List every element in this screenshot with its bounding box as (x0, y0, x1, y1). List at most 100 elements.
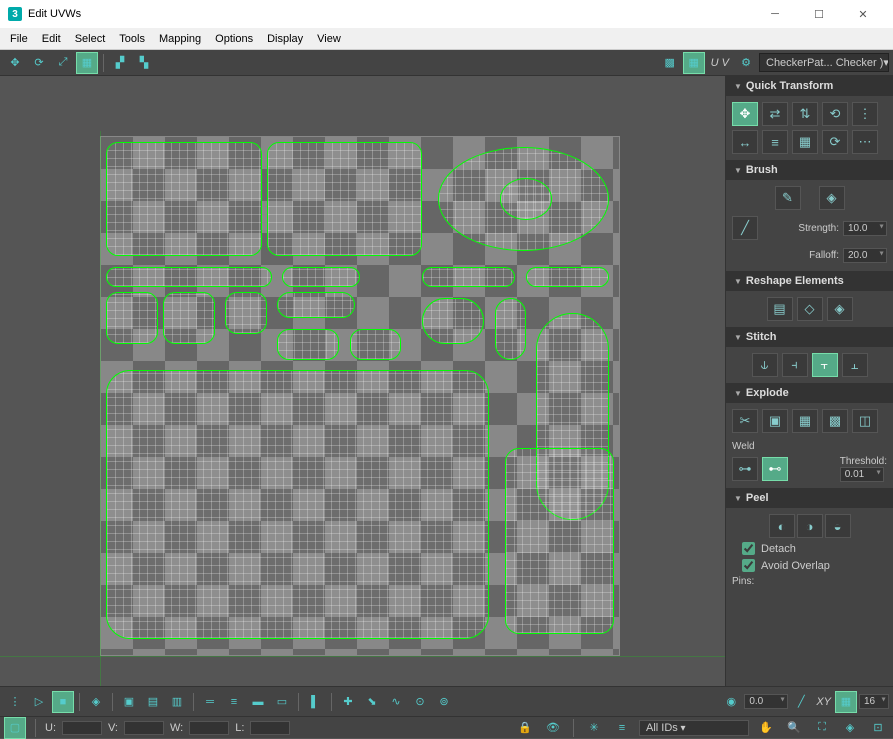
rotate-ccw-icon[interactable]: ⟲ (822, 102, 848, 126)
zoom-region-icon[interactable]: ⛶ (811, 717, 833, 739)
iso-icon[interactable]: ✳ (583, 717, 605, 739)
straighten-icon[interactable]: ▤ (767, 297, 793, 321)
eye-icon[interactable]: 👁 (542, 717, 564, 739)
avoid-overlap-check[interactable]: Avoid Overlap (732, 559, 887, 572)
filter-icon[interactable]: ≡ (611, 717, 633, 739)
ring-grow-icon[interactable]: ▭ (271, 691, 293, 713)
w-input[interactable] (189, 721, 229, 735)
flip-tool-icon[interactable]: ▚ (133, 52, 155, 74)
more-icon[interactable]: ⋯ (852, 130, 878, 154)
brush-falloff-icon[interactable]: ╱ (732, 216, 758, 240)
stitch-selected-icon[interactable]: ⫝ (752, 353, 778, 377)
panel-quick-transform[interactable]: Quick Transform (726, 76, 893, 96)
freeform-tool-icon[interactable]: ▦ (76, 52, 98, 74)
menu-file[interactable]: File (4, 31, 34, 47)
options-gear-icon[interactable]: ⚙ (735, 52, 757, 74)
show-map-icon[interactable]: ▩ (659, 52, 681, 74)
maximize-button[interactable]: ☐ (797, 0, 841, 28)
pan-icon[interactable]: ✋ (755, 717, 777, 739)
panel-stitch[interactable]: Stitch (726, 327, 893, 347)
select-by-elem-icon[interactable]: ▣ (118, 691, 140, 713)
element-mode-icon[interactable]: ◈ (85, 691, 107, 713)
edge-mode-icon[interactable]: ▷ (28, 691, 50, 713)
soft-selection-icon[interactable]: ◉ (720, 691, 742, 713)
align-v-icon[interactable]: ⇅ (792, 102, 818, 126)
panel-explode[interactable]: Explode (726, 383, 893, 403)
close-button[interactable]: ✕ (841, 0, 885, 28)
fit-icon[interactable]: ◈ (839, 717, 861, 739)
zoom-icon[interactable]: 🔍 (783, 717, 805, 739)
stitch-target-icon[interactable]: ⫟ (812, 353, 838, 377)
stitch-source-icon[interactable]: ⫞ (782, 353, 808, 377)
flatten-poly-icon[interactable]: ▣ (762, 409, 788, 433)
break-icon[interactable]: ✂ (732, 409, 758, 433)
ignore-backface-icon[interactable]: ▌ (304, 691, 326, 713)
pack-icon[interactable]: ◇ (797, 297, 823, 321)
fit-all-icon[interactable]: ⊡ (867, 717, 889, 739)
loop-grow-icon[interactable]: ▬ (247, 691, 269, 713)
id-dropdown[interactable]: All IDs ▾ (639, 720, 749, 736)
loop-icon[interactable]: ═ (199, 691, 221, 713)
mirror-tool-icon[interactable]: ▞ (109, 52, 131, 74)
menu-tools[interactable]: Tools (113, 31, 151, 47)
paint-select-icon[interactable]: ✚ (337, 691, 359, 713)
align-center-icon[interactable]: ↔ (732, 130, 758, 154)
uv-canvas[interactable] (100, 136, 620, 656)
ring-icon[interactable]: ≡ (223, 691, 245, 713)
brush-options-icon[interactable]: ⊚ (433, 691, 455, 713)
menu-edit[interactable]: Edit (36, 31, 67, 47)
l-input[interactable] (250, 721, 290, 735)
pelt-icon[interactable]: ◒ (825, 514, 851, 538)
falloff-input[interactable]: 20.0 (843, 248, 887, 263)
strength-input[interactable]: 10.0 (843, 221, 887, 236)
poly-mode-icon[interactable]: ■ (52, 691, 74, 713)
minimize-button[interactable]: ─ (753, 0, 797, 28)
relax-brush-icon[interactable]: ◈ (819, 186, 845, 210)
spacer-icon[interactable]: ⋮ (852, 102, 878, 126)
distribute-icon[interactable]: ≡ (762, 130, 788, 154)
grid-align-icon[interactable]: ▦ (792, 130, 818, 154)
texture-dropdown[interactable]: CheckerPat... Checker )▾ (759, 53, 889, 72)
menu-display[interactable]: Display (261, 31, 309, 47)
brush-settings-icon[interactable]: ⊙ (409, 691, 431, 713)
relax-icon[interactable]: ∿ (385, 691, 407, 713)
threshold-input[interactable]: 0.01 (840, 467, 884, 482)
flatten-mat-icon[interactable]: ▦ (792, 409, 818, 433)
grow-icon[interactable]: ▤ (142, 691, 164, 713)
align-left-icon[interactable]: ✥ (732, 102, 758, 126)
paint-brush-icon[interactable]: ✎ (775, 186, 801, 210)
checker-display-icon[interactable]: ▦ (683, 52, 705, 74)
panel-peel[interactable]: Peel (726, 488, 893, 508)
v-input[interactable] (124, 721, 164, 735)
u-input[interactable] (62, 721, 102, 735)
snap-grid-icon[interactable]: ▦ (835, 691, 857, 713)
rotate-cw-icon[interactable]: ⟳ (822, 130, 848, 154)
flatten-sg-icon[interactable]: ▩ (822, 409, 848, 433)
peel-icon[interactable]: ◑ (797, 514, 823, 538)
shrink-icon[interactable]: ▥ (166, 691, 188, 713)
detach-check[interactable]: Detach (732, 542, 887, 555)
weld-selected-icon[interactable]: ⊶ (732, 457, 758, 481)
menu-options[interactable]: Options (209, 31, 259, 47)
menu-mapping[interactable]: Mapping (153, 31, 207, 47)
stitch-avg-icon[interactable]: ⫠ (842, 353, 868, 377)
soft-falloff-input[interactable]: 0.0 (744, 694, 788, 709)
absolute-toggle-icon[interactable]: ▢ (4, 717, 26, 739)
flatten-obj-icon[interactable]: ◫ (852, 409, 878, 433)
menu-select[interactable]: Select (69, 31, 112, 47)
lock-icon[interactable]: 🔒 (514, 717, 536, 739)
quick-peel-icon[interactable]: ◐ (769, 514, 795, 538)
tweak-icon[interactable]: ⬊ (361, 691, 383, 713)
align-h-icon[interactable]: ⇄ (762, 102, 788, 126)
weld-all-icon[interactable]: ⊷ (762, 457, 788, 481)
menu-view[interactable]: View (311, 31, 347, 47)
rescale-icon[interactable]: ◈ (827, 297, 853, 321)
rotate-tool-icon[interactable]: ⟳ (28, 52, 50, 74)
move-tool-icon[interactable]: ✥ (4, 52, 26, 74)
viewport[interactable] (0, 76, 725, 686)
panel-reshape[interactable]: Reshape Elements (726, 271, 893, 291)
grid-size-input[interactable]: 16 (859, 694, 889, 709)
falloff-shape-icon[interactable]: ╱ (790, 691, 812, 713)
vertex-mode-icon[interactable]: ⋮ (4, 691, 26, 713)
scale-tool-icon[interactable]: ⤢ (52, 52, 74, 74)
